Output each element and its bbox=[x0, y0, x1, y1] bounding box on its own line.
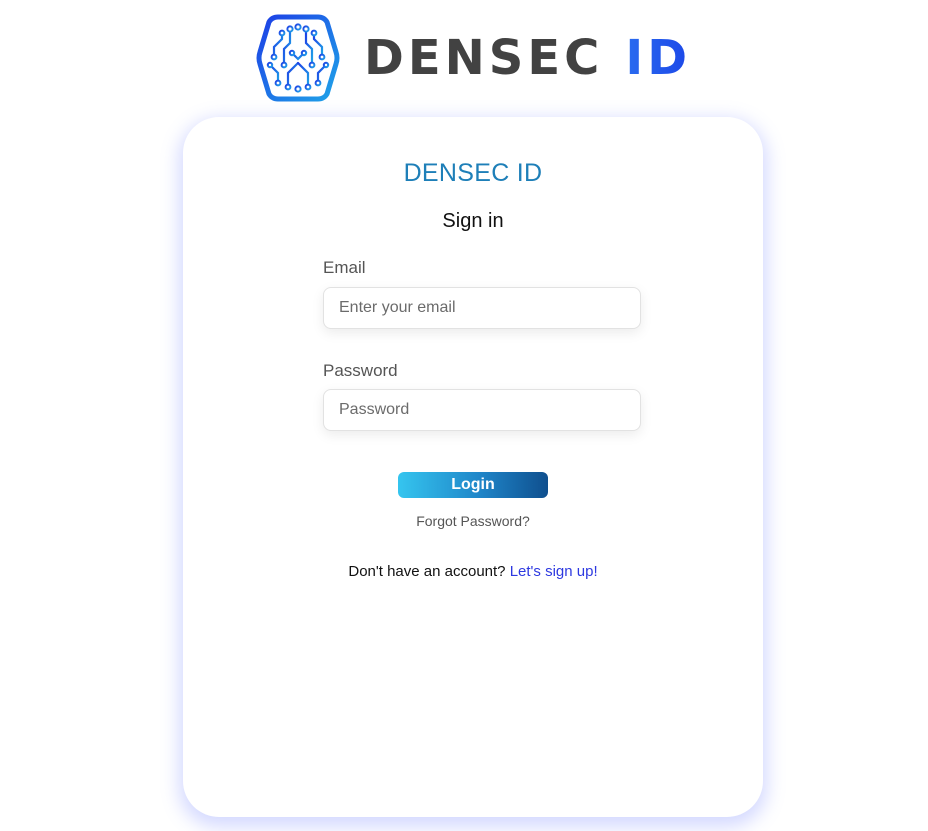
login-page: DENSEC ID DENSEC ID Sign in Email Passwo… bbox=[0, 0, 928, 831]
card-title: DENSEC ID bbox=[403, 159, 543, 187]
card-subtitle: Sign in bbox=[442, 210, 504, 232]
circuit-hexagon-logo-icon bbox=[256, 14, 340, 102]
signup-prompt-text: Don't have an account? bbox=[348, 563, 510, 580]
email-label: Email bbox=[323, 258, 366, 277]
signin-card: DENSEC ID Sign in Email Password Login F… bbox=[183, 117, 763, 817]
password-field[interactable] bbox=[323, 389, 641, 431]
signup-link[interactable]: Let's sign up bbox=[510, 563, 594, 580]
wordmark-main: DENSEC bbox=[364, 30, 604, 86]
password-label: Password bbox=[323, 361, 398, 380]
brand-wordmark: DENSEC ID bbox=[364, 34, 691, 82]
email-field[interactable] bbox=[323, 287, 641, 329]
wordmark-accent: ID bbox=[625, 30, 692, 86]
login-button[interactable]: Login bbox=[398, 472, 548, 498]
brand-header: DENSEC ID bbox=[256, 12, 691, 104]
signup-suffix: ! bbox=[593, 563, 598, 580]
signup-prompt: Don't have an account? Let's sign up! bbox=[183, 563, 763, 580]
forgot-password-link[interactable]: Forgot Password? bbox=[183, 513, 763, 529]
